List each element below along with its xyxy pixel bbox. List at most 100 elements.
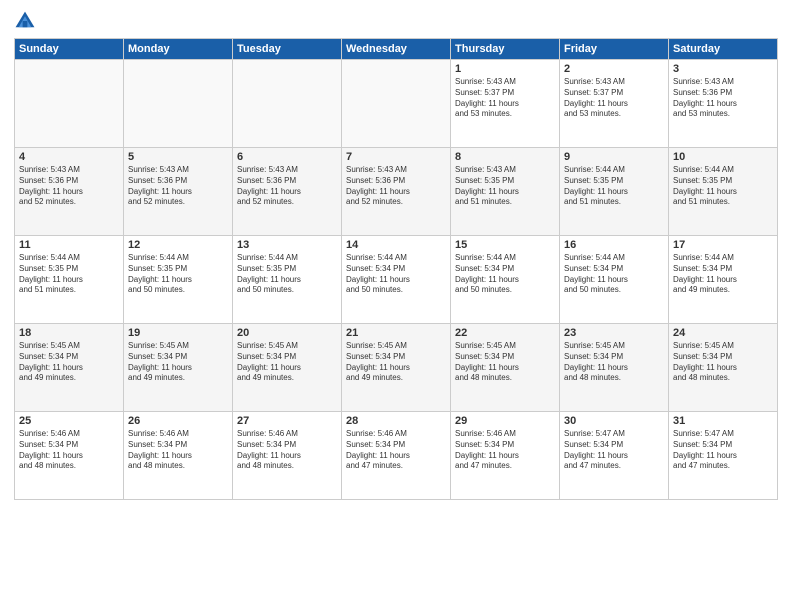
calendar-cell — [342, 60, 451, 148]
cell-text: Sunrise: 5:43 AMSunset: 5:36 PMDaylight:… — [346, 165, 446, 208]
calendar-header-sunday: Sunday — [15, 39, 124, 60]
calendar-cell: 8Sunrise: 5:43 AMSunset: 5:35 PMDaylight… — [451, 148, 560, 236]
cell-text: Sunrise: 5:43 AMSunset: 5:36 PMDaylight:… — [19, 165, 119, 208]
day-number: 25 — [19, 415, 119, 427]
cell-text: Sunrise: 5:45 AMSunset: 5:34 PMDaylight:… — [564, 341, 664, 384]
day-number: 7 — [346, 151, 446, 163]
cell-text: Sunrise: 5:47 AMSunset: 5:34 PMDaylight:… — [673, 429, 773, 472]
day-number: 19 — [128, 327, 228, 339]
calendar-week-2: 4 Sunrise: 5:43 AMSunset: 5:36 PMDaylight… — [15, 148, 778, 236]
calendar-cell: 5 Sunrise: 5:43 AMSunset: 5:36 PMDaylight… — [124, 148, 233, 236]
day-number: 4 — [19, 151, 119, 163]
cell-text: Sunrise: 5:45 AMSunset: 5:34 PMDaylight:… — [673, 341, 773, 384]
day-number: 18 — [19, 327, 119, 339]
day-number: 26 — [128, 415, 228, 427]
day-number: 29 — [455, 415, 555, 427]
day-number: 1 — [455, 63, 555, 75]
cell-text: Sunrise: 5:45 AMSunset: 5:34 PMDaylight:… — [19, 341, 119, 384]
cell-text: Sunrise: 5:45 AMSunset: 5:34 PMDaylight:… — [455, 341, 555, 384]
calendar-cell: 24 Sunrise: 5:45 AMSunset: 5:34 PMDayligh… — [669, 324, 778, 412]
calendar-cell: 23 Sunrise: 5:45 AMSunset: 5:34 PMDayligh… — [560, 324, 669, 412]
cell-text: Sunrise: 5:43 AMSunset: 5:36 PMDaylight:… — [673, 77, 773, 120]
calendar-header-thursday: Thursday — [451, 39, 560, 60]
calendar-cell: 17 Sunrise: 5:44 AMSunset: 5:34 PMDayligh… — [669, 236, 778, 324]
cell-text: Sunrise: 5:46 AMSunset: 5:34 PMDaylight:… — [19, 429, 119, 472]
calendar-cell: 21 Sunrise: 5:45 AMSunset: 5:34 PMDayligh… — [342, 324, 451, 412]
day-number: 2 — [564, 63, 664, 75]
calendar-week-4: 18 Sunrise: 5:45 AMSunset: 5:34 PMDayligh… — [15, 324, 778, 412]
calendar-table: SundayMondayTuesdayWednesdayThursdayFrid… — [14, 38, 778, 500]
logo-icon — [14, 10, 36, 32]
cell-text: Sunrise: 5:44 AMSunset: 5:34 PMDaylight:… — [346, 253, 446, 296]
header — [14, 10, 778, 32]
day-number: 8 — [455, 151, 555, 163]
cell-text: Sunrise: 5:43 AMSunset: 5:36 PMDaylight:… — [237, 165, 337, 208]
cell-text: Sunrise: 5:44 AMSunset: 5:35 PMDaylight:… — [237, 253, 337, 296]
cell-text: Sunrise: 5:46 AMSunset: 5:34 PMDaylight:… — [128, 429, 228, 472]
calendar-week-5: 25 Sunrise: 5:46 AMSunset: 5:34 PMDayligh… — [15, 412, 778, 500]
cell-text: Sunrise: 5:44 AMSunset: 5:35 PMDaylight:… — [673, 165, 773, 208]
calendar-cell: 26 Sunrise: 5:46 AMSunset: 5:34 PMDayligh… — [124, 412, 233, 500]
calendar-cell: 11 Sunrise: 5:44 AMSunset: 5:35 PMDayligh… — [15, 236, 124, 324]
cell-text: Sunrise: 5:44 AMSunset: 5:35 PMDaylight:… — [564, 165, 664, 208]
day-number: 30 — [564, 415, 664, 427]
calendar-cell: 28 Sunrise: 5:46 AMSunset: 5:34 PMDayligh… — [342, 412, 451, 500]
calendar-cell — [233, 60, 342, 148]
cell-text: Sunrise: 5:45 AMSunset: 5:34 PMDaylight:… — [237, 341, 337, 384]
cell-text: Sunrise: 5:43 AMSunset: 5:36 PMDaylight:… — [128, 165, 228, 208]
calendar-header-saturday: Saturday — [669, 39, 778, 60]
cell-text: Sunrise: 5:43 AMSunset: 5:37 PMDaylight:… — [455, 77, 555, 120]
calendar-header-monday: Monday — [124, 39, 233, 60]
cell-text: Sunrise: 5:45 AMSunset: 5:34 PMDaylight:… — [346, 341, 446, 384]
calendar-header-row: SundayMondayTuesdayWednesdayThursdayFrid… — [15, 39, 778, 60]
calendar-cell: 27Sunrise: 5:46 AMSunset: 5:34 PMDayligh… — [233, 412, 342, 500]
calendar-cell: 22 Sunrise: 5:45 AMSunset: 5:34 PMDayligh… — [451, 324, 560, 412]
cell-text: Sunrise: 5:47 AMSunset: 5:34 PMDaylight:… — [564, 429, 664, 472]
calendar-header-tuesday: Tuesday — [233, 39, 342, 60]
calendar-cell — [15, 60, 124, 148]
calendar-cell: 9Sunrise: 5:44 AMSunset: 5:35 PMDaylight… — [560, 148, 669, 236]
calendar-week-3: 11 Sunrise: 5:44 AMSunset: 5:35 PMDayligh… — [15, 236, 778, 324]
calendar-cell: 2Sunrise: 5:43 AMSunset: 5:37 PMDaylight… — [560, 60, 669, 148]
calendar-cell: 20Sunrise: 5:45 AMSunset: 5:34 PMDayligh… — [233, 324, 342, 412]
calendar-cell: 7 Sunrise: 5:43 AMSunset: 5:36 PMDaylight… — [342, 148, 451, 236]
day-number: 24 — [673, 327, 773, 339]
cell-text: Sunrise: 5:46 AMSunset: 5:34 PMDaylight:… — [346, 429, 446, 472]
cell-text: Sunrise: 5:44 AMSunset: 5:35 PMDaylight:… — [19, 253, 119, 296]
calendar-cell: 1 Sunrise: 5:43 AMSunset: 5:37 PMDaylight… — [451, 60, 560, 148]
calendar-cell: 3 Sunrise: 5:43 AMSunset: 5:36 PMDaylight… — [669, 60, 778, 148]
calendar-cell: 18 Sunrise: 5:45 AMSunset: 5:34 PMDayligh… — [15, 324, 124, 412]
day-number: 12 — [128, 239, 228, 251]
calendar-header-wednesday: Wednesday — [342, 39, 451, 60]
day-number: 16 — [564, 239, 664, 251]
day-number: 28 — [346, 415, 446, 427]
calendar-cell: 12Sunrise: 5:44 AMSunset: 5:35 PMDayligh… — [124, 236, 233, 324]
day-number: 3 — [673, 63, 773, 75]
page: SundayMondayTuesdayWednesdayThursdayFrid… — [0, 0, 792, 612]
day-number: 17 — [673, 239, 773, 251]
calendar-header-friday: Friday — [560, 39, 669, 60]
calendar-cell: 16Sunrise: 5:44 AMSunset: 5:34 PMDayligh… — [560, 236, 669, 324]
calendar-cell: 30 Sunrise: 5:47 AMSunset: 5:34 PMDayligh… — [560, 412, 669, 500]
day-number: 27 — [237, 415, 337, 427]
day-number: 31 — [673, 415, 773, 427]
calendar-cell: 6Sunrise: 5:43 AMSunset: 5:36 PMDaylight… — [233, 148, 342, 236]
day-number: 15 — [455, 239, 555, 251]
day-number: 22 — [455, 327, 555, 339]
day-number: 5 — [128, 151, 228, 163]
calendar-cell: 25 Sunrise: 5:46 AMSunset: 5:34 PMDayligh… — [15, 412, 124, 500]
calendar-cell: 4 Sunrise: 5:43 AMSunset: 5:36 PMDaylight… — [15, 148, 124, 236]
day-number: 10 — [673, 151, 773, 163]
day-number: 23 — [564, 327, 664, 339]
calendar-cell: 29 Sunrise: 5:46 AMSunset: 5:34 PMDayligh… — [451, 412, 560, 500]
cell-text: Sunrise: 5:44 AMSunset: 5:34 PMDaylight:… — [673, 253, 773, 296]
cell-text: Sunrise: 5:46 AMSunset: 5:34 PMDaylight:… — [455, 429, 555, 472]
logo — [14, 10, 40, 32]
cell-text: Sunrise: 5:44 AMSunset: 5:34 PMDaylight:… — [455, 253, 555, 296]
day-number: 14 — [346, 239, 446, 251]
cell-text: Sunrise: 5:45 AMSunset: 5:34 PMDaylight:… — [128, 341, 228, 384]
calendar-cell: 13Sunrise: 5:44 AMSunset: 5:35 PMDayligh… — [233, 236, 342, 324]
calendar-cell: 15 Sunrise: 5:44 AMSunset: 5:34 PMDayligh… — [451, 236, 560, 324]
day-number: 11 — [19, 239, 119, 251]
day-number: 21 — [346, 327, 446, 339]
